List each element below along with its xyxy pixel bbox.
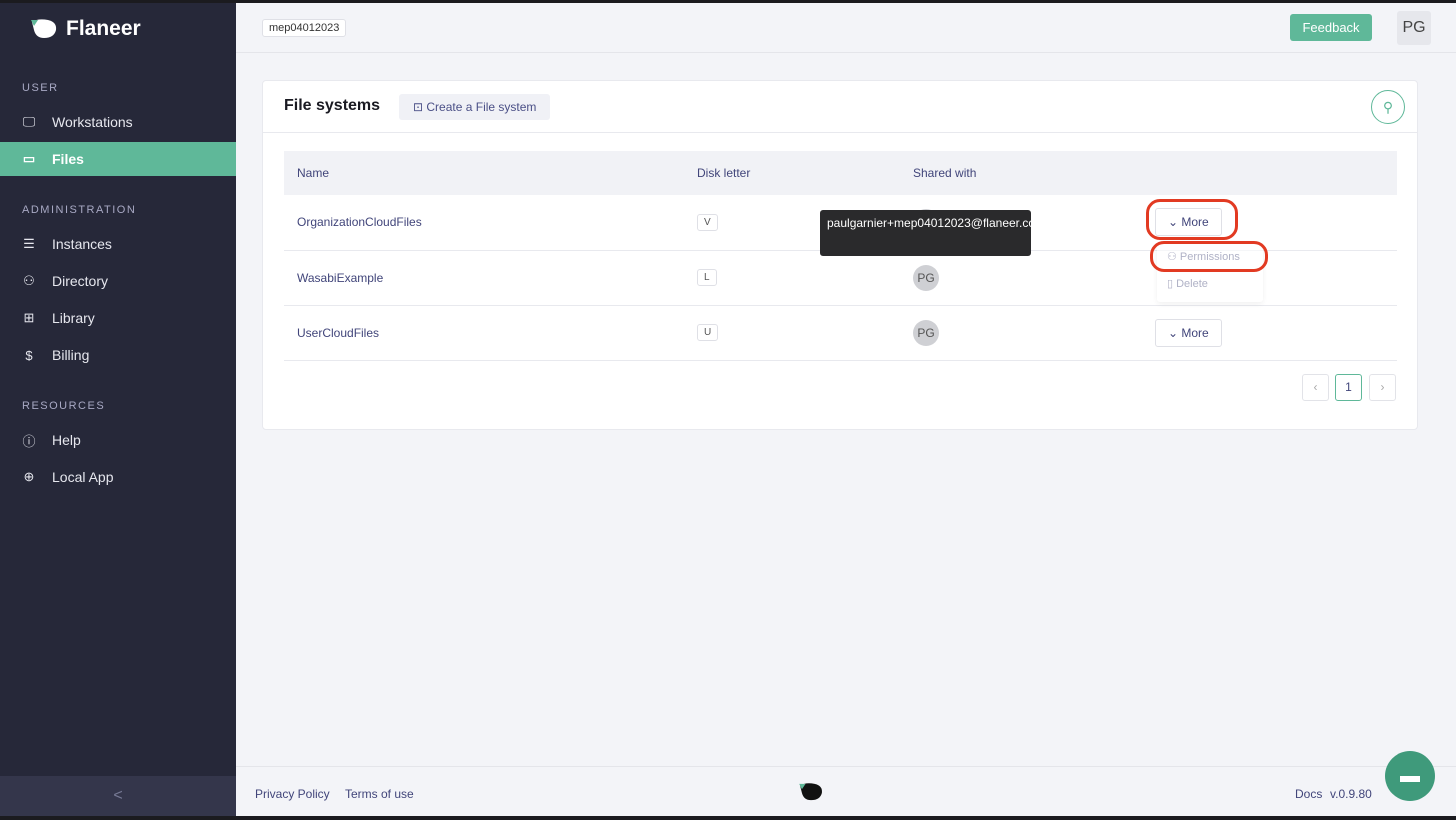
sidebar-item-label: Workstations: [52, 114, 133, 130]
disk-letter: L: [697, 269, 717, 286]
chat-bubble-icon: ▬: [1400, 765, 1420, 787]
add-user-button[interactable]: ⚲: [1371, 90, 1405, 124]
user-plus-icon: ⚲: [1382, 99, 1394, 115]
brand-name: Flaneer: [66, 17, 141, 40]
sidebar-item-label: Instances: [52, 236, 112, 252]
sidebar-item-help[interactable]: ⓘ Help: [0, 423, 236, 457]
highlight-annotation: [1150, 241, 1268, 272]
sidebar-item-workstations[interactable]: 🖵 Workstations: [0, 105, 236, 139]
more-button[interactable]: ⌄ More: [1155, 318, 1222, 347]
prev-page-button[interactable]: ‹: [1302, 374, 1329, 401]
file-system-name[interactable]: OrganizationCloudFiles: [284, 195, 684, 251]
disk-letter: V: [697, 213, 718, 231]
col-actions: [1142, 151, 1397, 195]
page-title: File systems: [284, 97, 381, 114]
shared-avatar[interactable]: PG: [913, 264, 939, 291]
help-icon: ⓘ: [22, 433, 36, 449]
topbar: mep04012023 Feedback PG: [236, 3, 1456, 53]
col-name: Name: [284, 151, 684, 195]
section-user: USER: [22, 82, 59, 94]
users-icon: ⚇: [23, 273, 35, 288]
next-page-button[interactable]: ›: [1369, 374, 1396, 401]
chat-button[interactable]: ▬: [1385, 751, 1435, 801]
section-resources: RESOURCES: [22, 400, 106, 412]
email-tooltip: paulgarnier+mep04012023@flaneer.com: [820, 210, 1045, 256]
file-system-name[interactable]: UserCloudFiles: [284, 305, 684, 361]
create-label: Create a File system: [426, 100, 537, 114]
sidebar-item-billing[interactable]: $ Billing: [0, 338, 236, 372]
folder-plus-icon: ⊡: [413, 100, 427, 114]
menu-label: Delete: [1176, 278, 1208, 290]
grid-icon: ⊞: [23, 310, 35, 325]
version-label: v.0.9.80: [1330, 787, 1372, 801]
shared-avatar[interactable]: PG: [913, 319, 939, 346]
sidebar-item-label: Files: [52, 151, 84, 167]
col-shared-with: Shared with: [900, 151, 1142, 195]
sidebar-item-files[interactable]: ▭ Files: [0, 142, 236, 176]
highlight-annotation: [1146, 199, 1238, 240]
table-header: Name Disk letter Shared with: [284, 151, 1397, 195]
col-disk-letter: Disk letter: [684, 151, 900, 195]
disk-letter: U: [697, 324, 719, 341]
monitor-icon: 🖵: [22, 114, 36, 129]
sidebar-item-local-app[interactable]: ⊕ Local App: [0, 460, 236, 494]
collapse-sidebar-button[interactable]: <: [0, 776, 236, 816]
sidebar-item-library[interactable]: ⊞ Library: [0, 301, 236, 335]
create-file-system-button[interactable]: ⊡ Create a File system: [399, 94, 551, 120]
sidebar-item-instances[interactable]: ☰ Instances: [0, 227, 236, 261]
dollar-icon: $: [25, 347, 33, 363]
page-1-button[interactable]: 1: [1335, 374, 1362, 401]
sidebar-item-label: Billing: [52, 347, 90, 363]
logo[interactable]: Flaneer: [30, 17, 141, 41]
sidebar-item-label: Library: [52, 310, 95, 326]
flaneer-logo-icon: [31, 19, 57, 38]
terms-link[interactable]: Terms of use: [345, 787, 414, 801]
table-row: UserCloudFiles U PG ⌄ More: [284, 305, 1397, 361]
flaneer-footer-logo-icon: [799, 783, 822, 801]
section-administration: ADMINISTRATION: [22, 204, 137, 216]
sidebar-item-directory[interactable]: ⚇ Directory: [0, 264, 236, 298]
organization-badge[interactable]: mep04012023: [262, 19, 347, 37]
feedback-button[interactable]: Feedback: [1290, 14, 1372, 41]
sidebar-item-label: Directory: [52, 273, 109, 289]
app-window: Flaneer USER 🖵 Workstations ▭ Files ADMINI…: [0, 3, 1456, 816]
sidebar-item-label: Help: [52, 432, 81, 448]
menu-item-delete[interactable]: ▯ Delete: [1157, 271, 1263, 298]
privacy-policy-link[interactable]: Privacy Policy: [255, 787, 330, 801]
footer: Privacy Policy Terms of use Docs v.0.9.8…: [236, 766, 1456, 816]
download-icon: ⊕: [23, 469, 35, 484]
sidebar-item-label: Local App: [52, 469, 114, 485]
user-avatar[interactable]: PG: [1397, 11, 1431, 45]
server-icon: ☰: [23, 236, 35, 251]
docs-link[interactable]: Docs: [1295, 787, 1322, 801]
more-label: More: [1181, 325, 1209, 340]
sidebar: Flaneer USER 🖵 Workstations ▭ Files ADMINI…: [0, 3, 236, 816]
trash-icon: ▯: [1167, 278, 1177, 290]
folder-icon: ▭: [22, 151, 36, 166]
file-system-name[interactable]: WasabiExample: [284, 250, 684, 306]
